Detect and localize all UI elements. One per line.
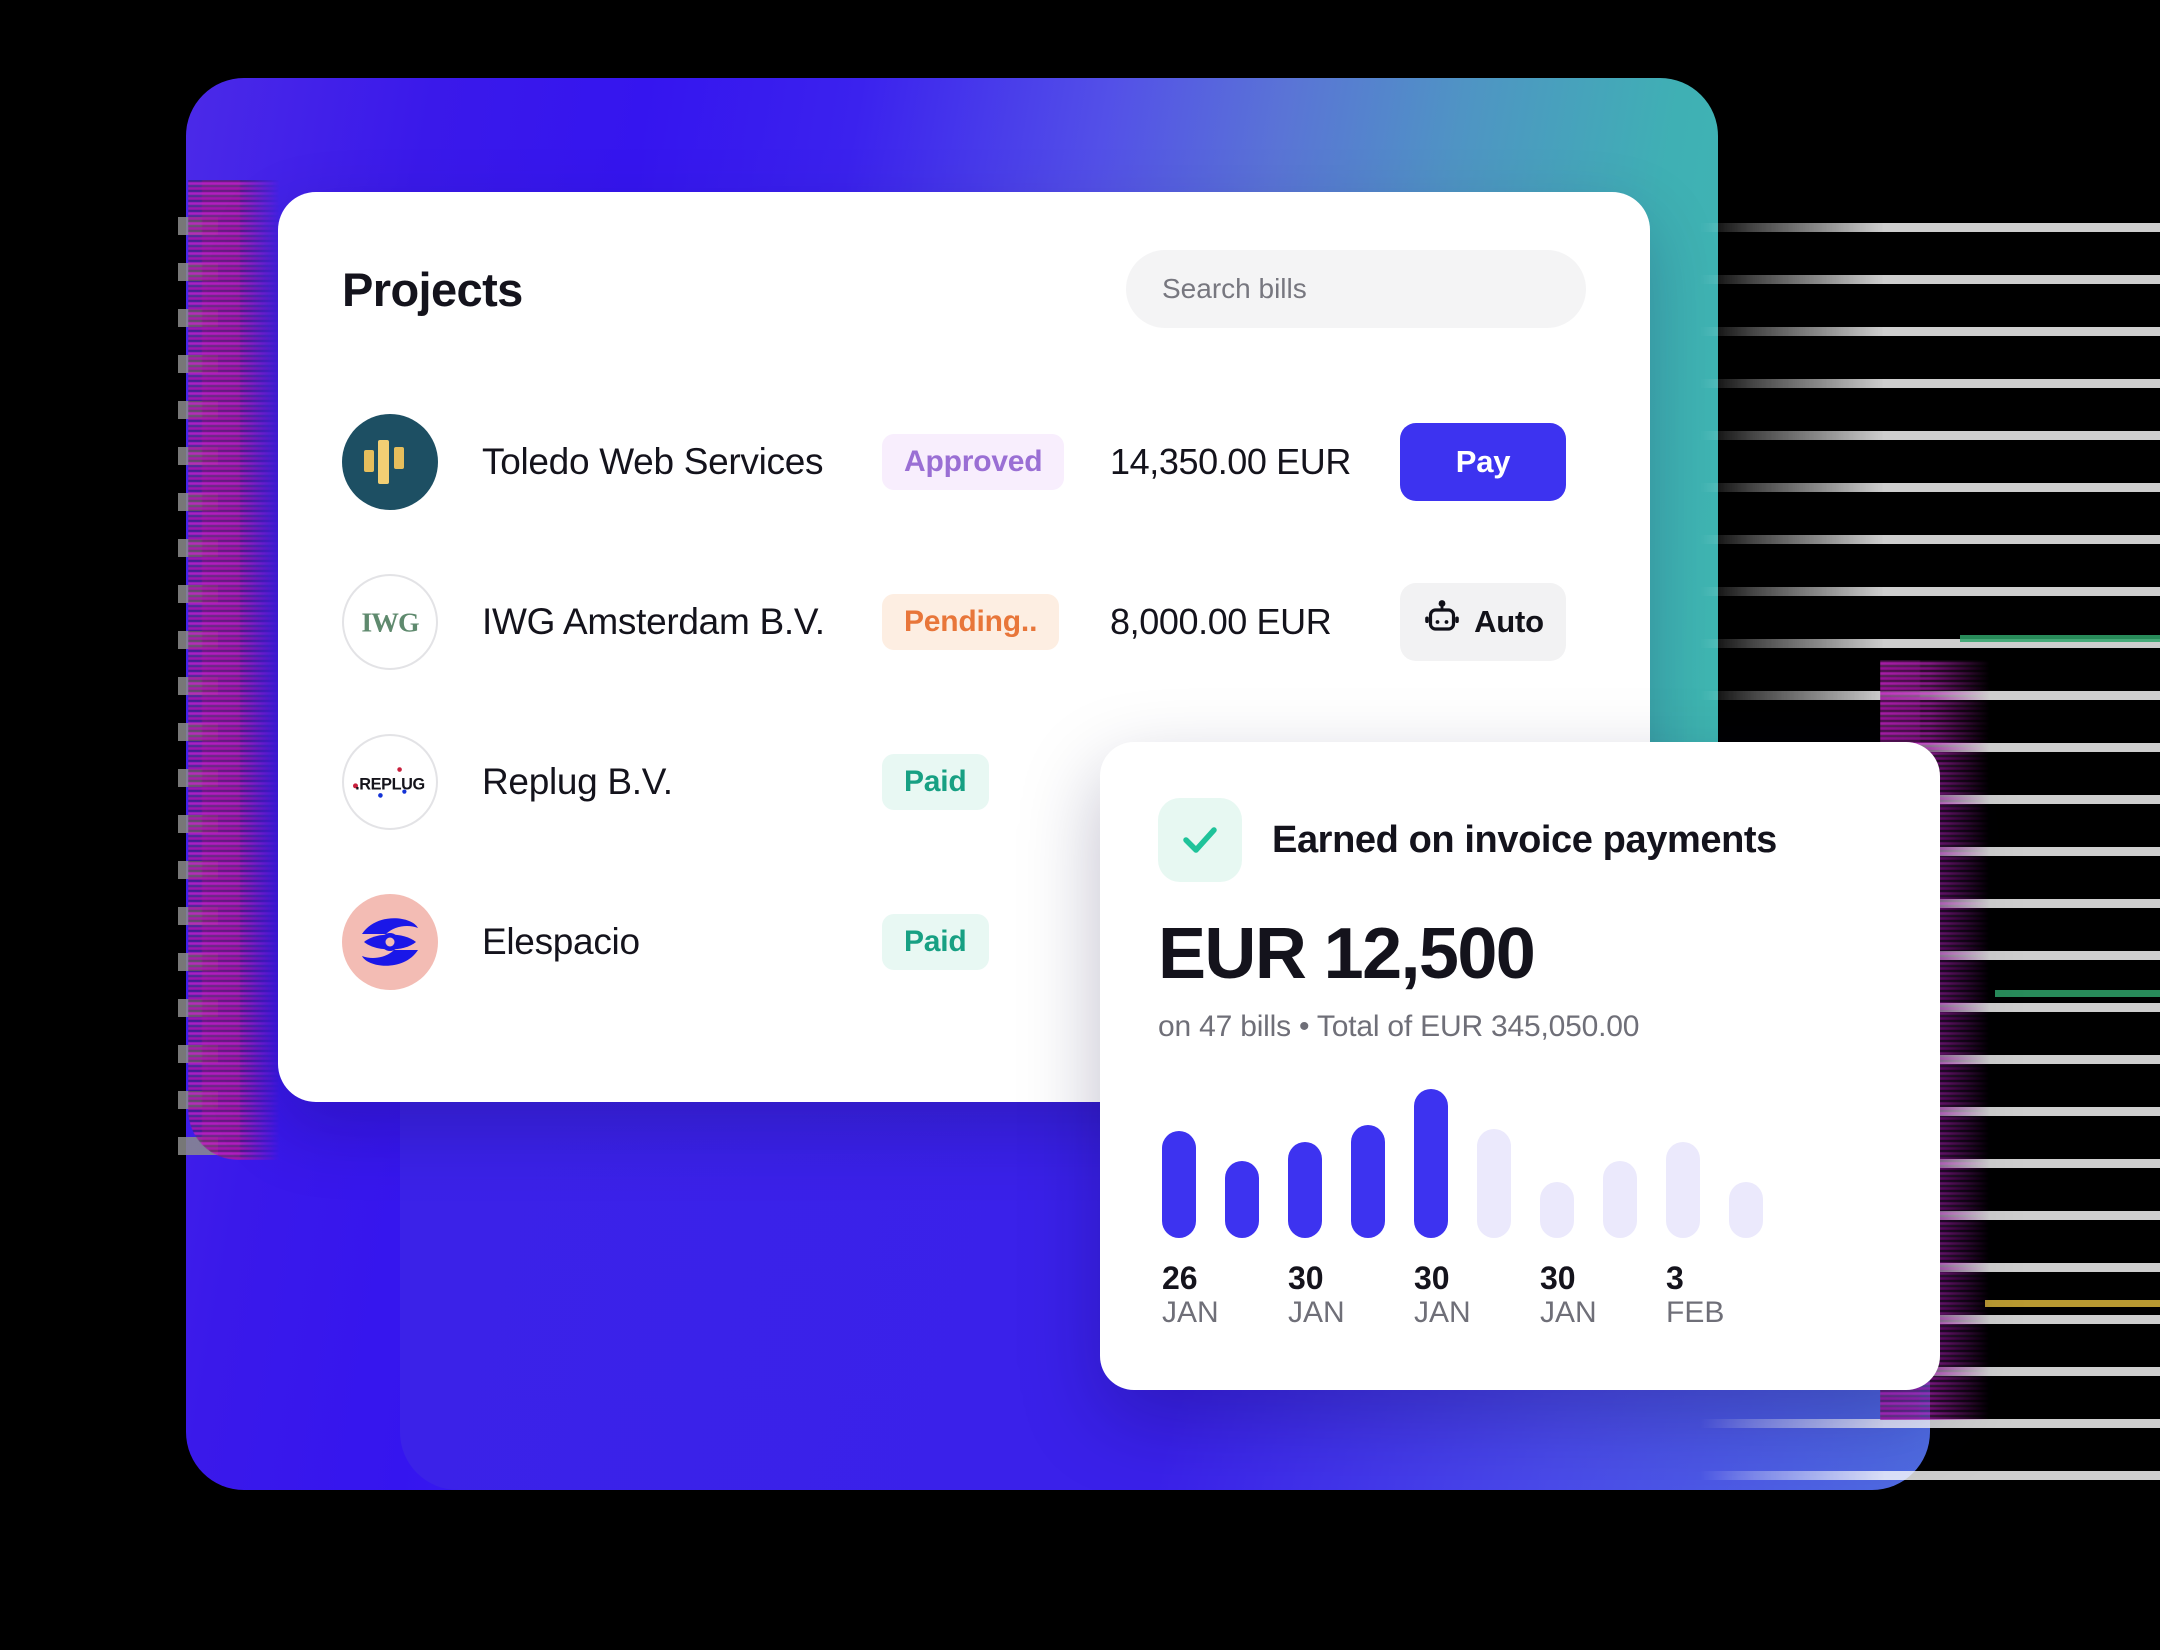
page-title: Projects bbox=[342, 262, 523, 316]
chart-bar bbox=[1162, 1130, 1196, 1238]
action-slot: Auto bbox=[1400, 583, 1570, 661]
chart-tick-day: 30 bbox=[1540, 1259, 1576, 1296]
earnings-bar-chart bbox=[1158, 1078, 1882, 1238]
chart-tick-month: JAN bbox=[1162, 1296, 1219, 1330]
project-amount: 14,350.00 EUR bbox=[1110, 441, 1351, 482]
svg-text:IWG: IWG bbox=[361, 608, 419, 639]
toledo-bars-logo bbox=[342, 414, 438, 510]
status-badge: Paid bbox=[882, 754, 989, 810]
chart-bar bbox=[1225, 1160, 1259, 1238]
pay-button[interactable]: Pay bbox=[1400, 423, 1566, 501]
status-slot: Approved bbox=[882, 434, 1092, 490]
chart-tick: 26 JAN bbox=[1162, 1260, 1288, 1331]
svg-text:.REPLUG: .REPLUG bbox=[355, 776, 425, 794]
earnings-amount: EUR 12,500 bbox=[1158, 914, 1536, 994]
table-row[interactable]: Toledo Web Services Approved 14,350.00 E… bbox=[342, 382, 1586, 542]
chart-tick-day: 26 bbox=[1162, 1259, 1198, 1296]
chart-bar bbox=[1540, 1181, 1574, 1238]
chart-tick-day: 30 bbox=[1414, 1259, 1450, 1296]
chart-bar bbox=[1288, 1141, 1322, 1238]
status-badge: Paid bbox=[882, 914, 989, 970]
check-icon bbox=[1158, 798, 1242, 882]
chart-tick-month: JAN bbox=[1540, 1296, 1597, 1330]
earnings-subtitle: on 47 bills • Total of EUR 345,050.00 bbox=[1158, 1009, 1640, 1043]
project-name: Elespacio bbox=[482, 921, 640, 962]
chart-tick-day: 30 bbox=[1288, 1259, 1324, 1296]
elespacio-eye-logo bbox=[342, 894, 438, 990]
robot-icon bbox=[1422, 598, 1462, 646]
earnings-card-title: Earned on invoice payments bbox=[1272, 818, 1777, 861]
project-name: IWG Amsterdam B.V. bbox=[482, 601, 825, 642]
iwg-logo: IWG bbox=[342, 574, 438, 670]
table-row[interactable]: IWG IWG Amsterdam B.V. Pending.. 8,000.0… bbox=[342, 542, 1586, 702]
chart-tick: 30 JAN bbox=[1288, 1260, 1414, 1331]
chart-tick: 30 JAN bbox=[1540, 1260, 1666, 1331]
action-slot: Pay bbox=[1400, 423, 1570, 501]
chart-bar bbox=[1414, 1088, 1448, 1238]
chart-bar bbox=[1477, 1128, 1511, 1238]
panel-header: Projects bbox=[342, 250, 1586, 328]
status-badge: Approved bbox=[882, 434, 1065, 490]
glitch-artifact-left bbox=[188, 180, 280, 1160]
earnings-card: Earned on invoice payments EUR 12,500 on… bbox=[1100, 742, 1940, 1390]
scanline-accent-b bbox=[1995, 990, 2160, 997]
scanline-accent-c bbox=[1985, 1300, 2160, 1307]
project-name: Toledo Web Services bbox=[482, 441, 824, 482]
chart-bar bbox=[1351, 1124, 1385, 1238]
chart-tick: 3 FEB bbox=[1666, 1260, 1792, 1331]
replug-logo: .REPLUG bbox=[342, 734, 438, 830]
scanline-accent-a bbox=[1960, 635, 2160, 642]
chart-bar bbox=[1729, 1181, 1763, 1238]
status-slot: Pending.. bbox=[882, 594, 1092, 650]
chart-bar bbox=[1603, 1160, 1637, 1238]
status-slot: Paid bbox=[882, 914, 1092, 970]
screenshot-stage: Projects Toledo Web Services Approved 14… bbox=[0, 0, 2160, 1650]
earnings-card-header: Earned on invoice payments bbox=[1158, 798, 1882, 882]
chart-tick-month: JAN bbox=[1288, 1296, 1345, 1330]
status-slot: Paid bbox=[882, 754, 1092, 810]
chart-bar bbox=[1666, 1141, 1700, 1238]
chart-tick-month: FEB bbox=[1666, 1296, 1725, 1330]
chart-tick-month: JAN bbox=[1414, 1296, 1471, 1330]
status-badge: Pending.. bbox=[882, 594, 1060, 650]
auto-button[interactable]: Auto bbox=[1400, 583, 1566, 661]
chart-tick-day: 3 bbox=[1666, 1259, 1684, 1296]
project-name: Replug B.V. bbox=[482, 761, 673, 802]
chart-axis-labels: 26 JAN 30 JAN 30 JAN 30 JAN 3 FEB bbox=[1158, 1260, 1882, 1331]
search-input[interactable] bbox=[1126, 250, 1586, 328]
project-amount: 8,000.00 EUR bbox=[1110, 601, 1332, 642]
auto-button-label: Auto bbox=[1474, 604, 1544, 639]
chart-tick: 30 JAN bbox=[1414, 1260, 1540, 1331]
